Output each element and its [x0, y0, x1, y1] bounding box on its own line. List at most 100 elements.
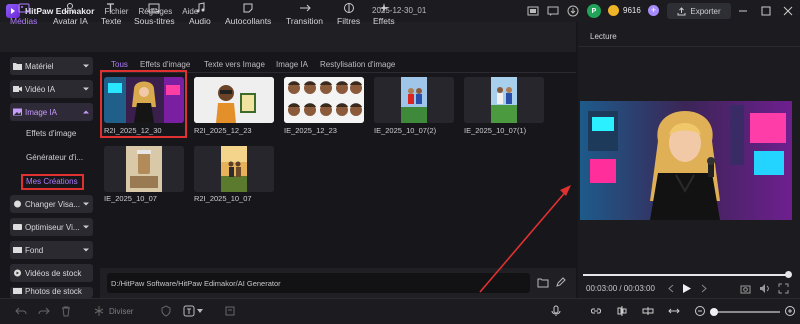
sidebar-label: Optimiseur Vi... [25, 222, 80, 232]
media-thumb-3[interactable] [284, 77, 364, 123]
tab-texte[interactable]: Texte [101, 0, 121, 30]
chevron-down-icon[interactable] [197, 309, 203, 314]
tab-image-ia[interactable]: Image IA [276, 60, 308, 69]
tab-restylisation[interactable]: Restylisation d'image [320, 60, 395, 69]
download-icon[interactable] [567, 5, 579, 17]
image-icon [13, 108, 22, 116]
media-label-2: R2I_2025_12_23 [194, 126, 252, 135]
tab-audio[interactable]: Audio [189, 0, 211, 30]
sidebar-label: Matériel [25, 61, 54, 71]
sidebar-label: Vidéos de stock [25, 268, 82, 278]
media-icon [18, 3, 30, 13]
face-swap-icon [14, 200, 21, 208]
sidebar-item-materiel[interactable]: Matériel [10, 57, 93, 75]
undo-icon[interactable] [15, 305, 27, 317]
sidebar-item-photos-stock[interactable]: Photos de stock [10, 287, 93, 298]
tab-medias[interactable]: Médias [10, 0, 37, 30]
sidebar-item-videos-stock[interactable]: Vidéos de stock [10, 264, 93, 282]
microphone-icon[interactable] [550, 305, 562, 317]
export-button[interactable]: Exporter [667, 3, 731, 19]
media-thumb-7[interactable] [194, 146, 274, 192]
media-thumb-4[interactable] [374, 77, 454, 123]
transition-icon [299, 4, 311, 12]
edit-icon[interactable] [555, 277, 566, 288]
sidebar-item-fond[interactable]: Fond [10, 241, 93, 259]
tab-sous-titres-label: Sous-titres [134, 16, 175, 26]
zoom-in-icon[interactable] [784, 305, 796, 317]
chevron-down-icon [83, 64, 89, 68]
effects-icon [378, 3, 389, 13]
fit-icon[interactable] [668, 305, 680, 317]
sidebar-item-video-ia[interactable]: Vidéo IA [10, 80, 93, 98]
message-icon[interactable] [547, 5, 559, 17]
text-icon [107, 3, 115, 12]
highlight-box-mes-creations [21, 174, 84, 190]
tab-autocollants[interactable]: Autocollants [225, 0, 271, 30]
delete-icon[interactable] [60, 305, 72, 317]
sidebar-label: Fond [25, 245, 44, 255]
split-label[interactable]: Diviser [109, 307, 133, 316]
layout-icon[interactable] [527, 5, 539, 17]
preview-image [580, 101, 792, 220]
snapshot-icon[interactable] [740, 283, 751, 294]
sidebar-sub-effets-image[interactable]: Effets d'image [26, 129, 76, 138]
add-credits-button[interactable]: + [648, 5, 659, 16]
split-icon[interactable] [93, 305, 105, 317]
zoom-out-icon[interactable] [694, 305, 706, 317]
text-tool-icon[interactable] [183, 305, 195, 317]
scrubber-handle[interactable] [785, 271, 792, 278]
tab-tous[interactable]: Tous [111, 60, 128, 69]
thumb-image [464, 77, 544, 123]
avatar-icon [65, 3, 75, 14]
filter-icon [343, 3, 354, 13]
output-path-text: D:/HitPaw Software/HitPaw Edimakor/AI Ge… [111, 278, 281, 288]
crop-icon[interactable] [224, 305, 236, 317]
next-frame-icon[interactable] [700, 284, 709, 293]
subtitles-icon [148, 3, 160, 13]
media-label-4: IE_2025_10_07(2) [374, 126, 437, 135]
tab-effets-image[interactable]: Effets d'image [140, 60, 190, 69]
snap-icon[interactable] [642, 305, 654, 317]
thumb-image [284, 77, 364, 123]
tab-filtres[interactable]: Filtres [337, 0, 360, 30]
minimize-icon[interactable] [737, 5, 749, 17]
sidebar-item-image-ia[interactable]: Image IA [10, 103, 93, 121]
stock-photo-icon [13, 288, 22, 294]
redo-icon[interactable] [38, 305, 50, 317]
fullscreen-icon[interactable] [778, 283, 789, 294]
chevron-up-icon [83, 110, 89, 114]
zoom-slider[interactable] [710, 311, 780, 313]
media-thumb-2[interactable] [194, 77, 274, 123]
tab-avatar-ia[interactable]: Avatar IA [53, 0, 88, 30]
playback-scrubber[interactable] [583, 274, 789, 276]
preview-divider [578, 46, 800, 47]
shield-icon[interactable] [160, 305, 172, 317]
tab-texte-vers-image[interactable]: Texte vers Image [204, 60, 265, 69]
sidebar-item-optimiseur[interactable]: Optimiseur Vi... [10, 218, 93, 236]
link-icon[interactable] [590, 305, 602, 317]
sidebar-label: Vidéo IA [25, 84, 56, 94]
preview-title: Lecture [590, 32, 617, 41]
sidebar-sub-generateur[interactable]: Générateur d'i... [26, 153, 83, 162]
media-thumb-6[interactable] [104, 146, 184, 192]
zoom-handle[interactable] [710, 308, 718, 316]
output-path-field[interactable]: D:/HitPaw Software/HitPaw Edimakor/AI Ge… [107, 273, 530, 293]
close-icon[interactable] [782, 5, 794, 17]
playback-time: 00:03:00 / 00:03:00 [586, 284, 655, 293]
align-icon[interactable] [616, 305, 628, 317]
previous-frame-icon[interactable] [666, 284, 675, 293]
credits-count: 9616 [623, 6, 641, 15]
tab-transition[interactable]: Transition [286, 0, 323, 30]
tab-avatar-label: Avatar IA [53, 16, 88, 26]
tab-sous-titres[interactable]: Sous-titres [134, 0, 175, 30]
media-label-5: IE_2025_10_07(1) [464, 126, 527, 135]
folder-open-icon[interactable] [537, 277, 549, 288]
media-thumb-5[interactable] [464, 77, 544, 123]
sidebar-item-changer-visage[interactable]: Changer Visa... [10, 195, 93, 213]
volume-icon[interactable] [759, 283, 770, 294]
user-avatar[interactable]: P [587, 4, 601, 18]
sidebar-label: Image IA [25, 107, 58, 117]
play-icon[interactable] [682, 283, 692, 294]
maximize-icon[interactable] [760, 5, 772, 17]
tab-effets[interactable]: Effets [373, 0, 395, 30]
